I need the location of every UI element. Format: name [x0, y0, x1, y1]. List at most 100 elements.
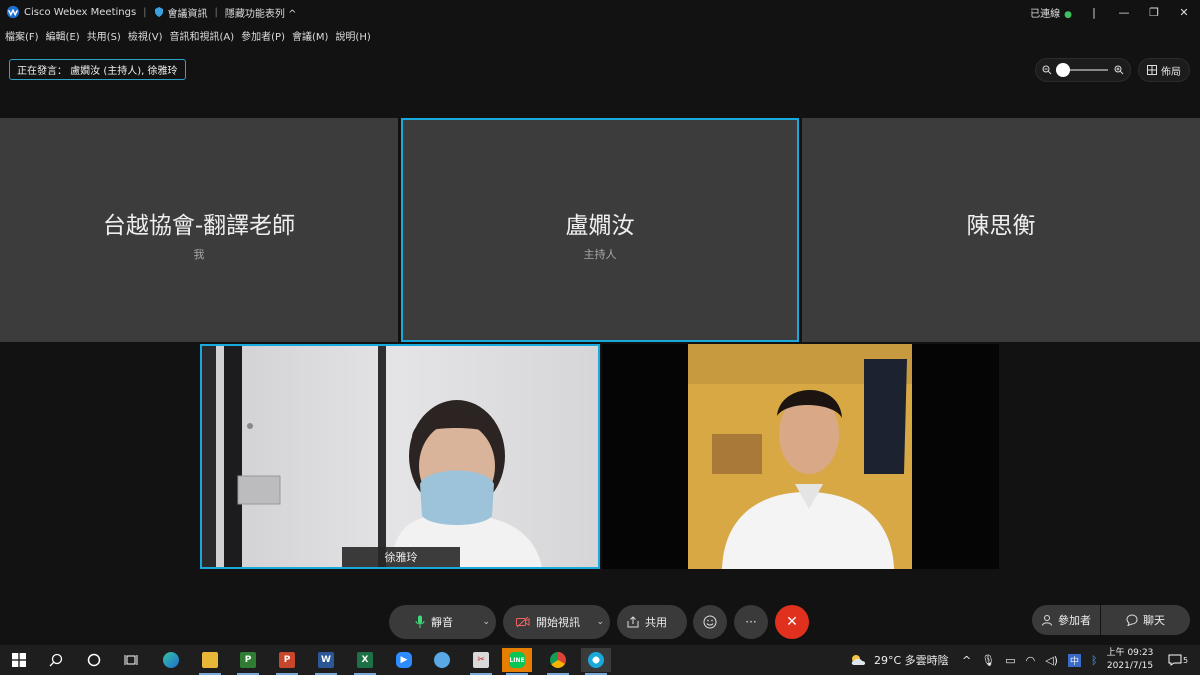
excel-icon: X: [357, 652, 373, 668]
hide-toolbar-button[interactable]: 隱藏功能表列 ^: [225, 5, 297, 20]
start-video-button[interactable]: 開始視訊 ⌄: [503, 605, 610, 639]
weather-widget[interactable]: 29°C 多雲時陰: [850, 645, 949, 675]
word-icon: W: [318, 652, 334, 668]
search-icon: [49, 653, 63, 667]
input-method-icon[interactable]: 中: [1067, 653, 1081, 667]
close-icon: ✕: [786, 614, 798, 630]
share-button[interactable]: 共用: [617, 605, 687, 639]
video-feed-image: [602, 344, 999, 569]
participant-role: 主持人: [583, 248, 617, 261]
cortana-button[interactable]: [79, 648, 109, 672]
windows-taskbar: P P W X ▶ ✂ LINE 29°C 多雲時陰 ^ 🎙 ▭ ◠ ◁) 中 …: [0, 645, 1200, 675]
paint-icon: [434, 652, 450, 668]
participant-name: 陳思衡: [966, 213, 1036, 239]
webex-logo-icon: [6, 5, 20, 19]
connection-status: 已連線 ●: [1030, 8, 1072, 20]
meeting-info-button[interactable]: 會議資訊: [154, 5, 208, 20]
microphone-tray-icon[interactable]: 🎙: [981, 654, 995, 667]
chat-bubble-icon: [1126, 614, 1138, 626]
close-button[interactable]: ✕: [1176, 4, 1192, 20]
menu-edit[interactable]: 編輯(E): [46, 28, 80, 43]
zoom-icon: ▶: [396, 652, 412, 668]
shield-icon: [154, 7, 163, 17]
participant-tile-host[interactable]: 盧嫺汝 主持人: [401, 118, 799, 342]
task-view-icon: [124, 655, 138, 665]
participant-name: 盧嫺汝: [565, 213, 635, 239]
participant-name: 台越協會-翻譯老師: [102, 213, 296, 239]
menu-file[interactable]: 檔案(F): [5, 28, 39, 43]
menu-audio-video[interactable]: 音訊和視訊(A): [170, 28, 235, 43]
menu-help[interactable]: 說明(H): [335, 28, 370, 43]
grid-icon: [1147, 65, 1157, 75]
snipping-app[interactable]: ✂: [466, 648, 496, 675]
menu-meeting[interactable]: 會議(M): [292, 28, 328, 43]
menu-view[interactable]: 檢視(V): [128, 28, 163, 43]
participant-name-label: 徐雅玲: [342, 547, 460, 567]
task-view-button[interactable]: [116, 648, 146, 672]
cortana-icon: [87, 653, 101, 667]
participant-video[interactable]: 徐雅玲: [200, 344, 600, 569]
title-bar: Cisco Webex Meetings | 會議資訊 | 隱藏功能表列 ^ 已…: [0, 0, 1200, 24]
reactions-button[interactable]: [693, 605, 727, 639]
powerpoint-app[interactable]: P: [272, 648, 302, 675]
active-speaker-indicator: 正在發言： 盧嫺汝 (主持人), 徐雅玲: [9, 59, 186, 80]
zoom-in-icon[interactable]: [1114, 65, 1124, 75]
zoom-knob[interactable]: [1056, 63, 1070, 77]
chrome-icon: [550, 652, 566, 668]
zoom-slider[interactable]: [1035, 58, 1131, 82]
participants-button[interactable]: 參加者: [1032, 605, 1100, 635]
person-icon: [1042, 615, 1052, 626]
webex-icon: [588, 652, 604, 668]
folder-icon: [202, 652, 218, 668]
chevron-down-icon[interactable]: ⌄: [482, 617, 490, 627]
battery-icon[interactable]: ▭: [1005, 654, 1015, 667]
minimize-button[interactable]: —: [1116, 4, 1132, 20]
project-icon: P: [240, 652, 256, 668]
file-explorer-app[interactable]: [195, 648, 225, 675]
windows-logo-icon: [12, 653, 26, 667]
menu-participants[interactable]: 參加者(P): [241, 28, 285, 43]
menu-share[interactable]: 共用(S): [87, 28, 121, 43]
chrome-app[interactable]: [543, 648, 573, 675]
cloud-icon: [851, 655, 866, 665]
chevron-up-icon[interactable]: ^: [962, 654, 971, 667]
more-options-button[interactable]: ···: [734, 605, 768, 639]
divider-icon: |: [1092, 5, 1096, 19]
participant-role: 我: [193, 248, 205, 261]
notification-center-button[interactable]: 5: [1168, 645, 1188, 675]
webex-app[interactable]: [581, 648, 611, 675]
chat-button[interactable]: 聊天: [1101, 605, 1190, 635]
zoom-app[interactable]: ▶: [389, 648, 419, 672]
clock[interactable]: 上午 09:23 2021/7/15: [1102, 647, 1158, 673]
wifi-icon[interactable]: ◠: [1026, 654, 1036, 667]
zoom-out-icon[interactable]: [1042, 65, 1052, 75]
participant-tile[interactable]: 台越協會-翻譯老師 我: [0, 118, 398, 342]
paint-app[interactable]: [427, 648, 457, 672]
bluetooth-icon[interactable]: ᛒ: [1091, 654, 1098, 667]
word-app[interactable]: W: [311, 648, 341, 675]
line-app[interactable]: LINE: [502, 648, 532, 675]
excel-app[interactable]: X: [350, 648, 380, 675]
snipping-icon: ✂: [473, 652, 489, 668]
search-button[interactable]: [41, 648, 71, 672]
edge-app[interactable]: [156, 648, 186, 672]
connected-dot-icon: ●: [1064, 9, 1072, 20]
video-off-icon: [516, 616, 530, 628]
leave-meeting-button[interactable]: ✕: [775, 605, 809, 639]
project-app[interactable]: P: [233, 648, 263, 675]
share-icon: [627, 616, 639, 628]
restore-button[interactable]: ❐: [1146, 4, 1162, 20]
layout-button[interactable]: 佈局: [1138, 58, 1190, 82]
participant-video[interactable]: [602, 344, 999, 569]
zoom-track[interactable]: [1056, 63, 1108, 77]
edge-icon: [163, 652, 179, 668]
system-tray: ^ 🎙 ▭ ◠ ◁) 中 ᛒ: [962, 645, 1098, 675]
mute-button[interactable]: 靜音 ⌄: [389, 605, 496, 639]
powerpoint-icon: P: [279, 652, 295, 668]
volume-icon[interactable]: ◁): [1045, 654, 1058, 667]
chevron-down-icon[interactable]: ⌄: [596, 617, 604, 627]
smiley-icon: [703, 615, 717, 629]
participant-tile[interactable]: 陳思衡: [802, 118, 1200, 342]
start-button[interactable]: [4, 648, 34, 672]
microphone-icon: [415, 615, 425, 628]
